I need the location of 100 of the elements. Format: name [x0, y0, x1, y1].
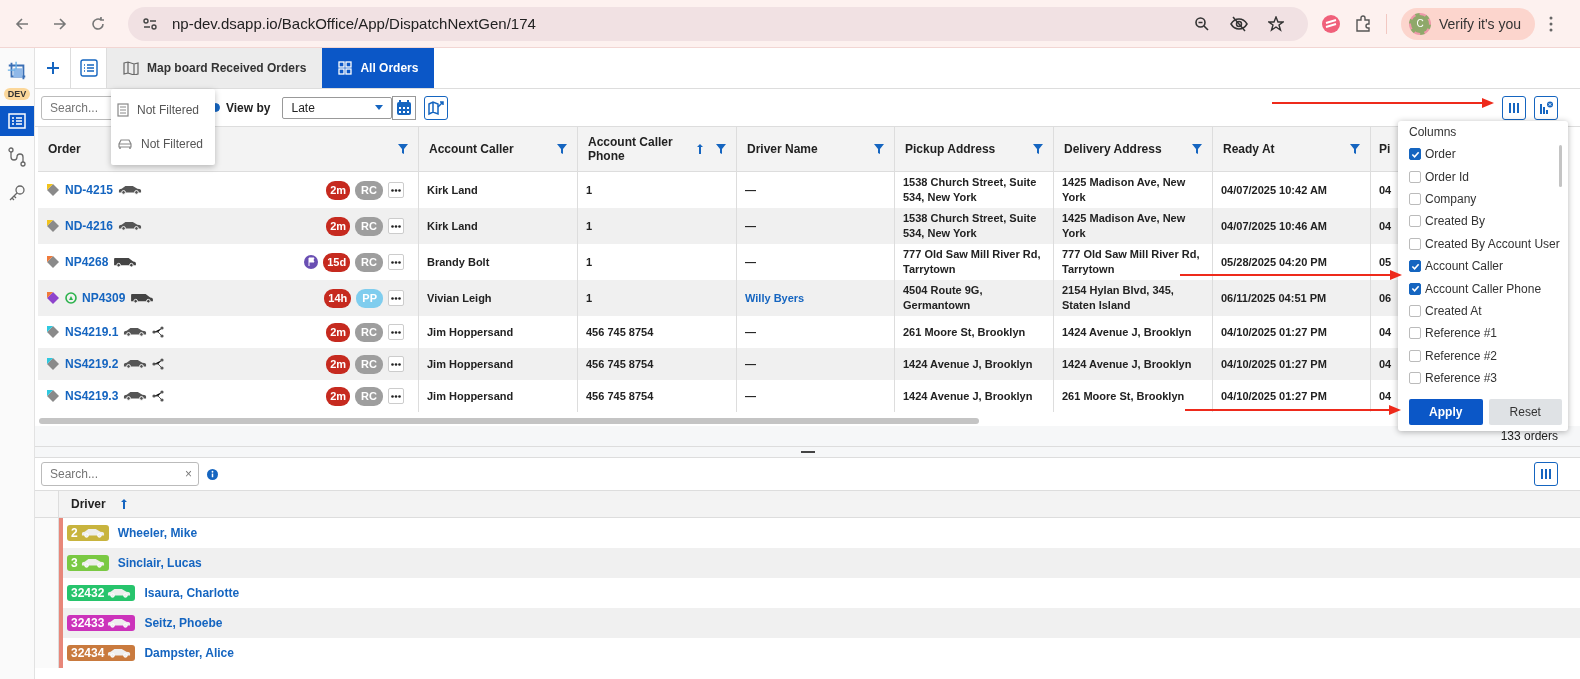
row-selector-cell[interactable]	[35, 518, 59, 548]
row-selector-cell[interactable]	[35, 638, 59, 668]
column-option[interactable]: Reference #3	[1409, 366, 1562, 390]
sidebar-item[interactable]	[0, 106, 34, 136]
address-bar[interactable]: np-dev.dsapp.io/BackOffice/App/DispatchNextGen/174	[128, 6, 1308, 41]
view-by-dropdown[interactable]: Late	[282, 96, 393, 119]
filter-icon[interactable]	[1192, 144, 1202, 154]
car-icon	[80, 558, 105, 568]
more-button[interactable]	[388, 290, 404, 306]
driver-link[interactable]: Dampster, Alice	[144, 646, 234, 660]
column-option[interactable]: Created At	[1409, 299, 1562, 323]
more-button[interactable]	[388, 218, 404, 234]
zoom-out-icon[interactable]	[1194, 15, 1210, 32]
back-icon[interactable]	[14, 15, 30, 32]
order-link[interactable]: NP4268	[65, 254, 109, 270]
driver-link[interactable]: Willy Byers	[745, 290, 805, 306]
caret-icon	[375, 105, 384, 110]
checkbox[interactable]	[1409, 192, 1421, 205]
column-option[interactable]: Account Caller Phone	[1409, 277, 1562, 300]
order-link[interactable]: ND-4216	[65, 218, 114, 234]
order-link[interactable]: ND-4215	[65, 182, 114, 198]
more-button[interactable]	[388, 324, 404, 340]
more-button[interactable]	[388, 356, 404, 372]
column-option[interactable]: Created By	[1409, 210, 1562, 233]
checkbox[interactable]	[1409, 170, 1421, 183]
profile-button[interactable]: C Verify it's you	[1401, 7, 1536, 40]
filter-icon[interactable]	[557, 144, 567, 154]
vertical-scrollbar[interactable]	[1559, 145, 1562, 187]
checkbox[interactable]	[1409, 327, 1421, 340]
filter-icon[interactable]	[874, 144, 884, 154]
site-settings-icon[interactable]	[142, 15, 158, 32]
column-header[interactable]: Account Caller Phone	[578, 127, 737, 171]
table-cell-text: 777 Old Saw Mill River Rd, Tarrytown	[903, 247, 1042, 277]
more-button[interactable]	[388, 388, 404, 404]
more-button[interactable]	[388, 182, 404, 198]
info-icon[interactable]	[207, 468, 218, 480]
extension-icon[interactable]	[1322, 14, 1340, 33]
reset-columns-button[interactable]	[1534, 95, 1558, 120]
star-icon[interactable]	[1268, 15, 1284, 32]
checkbox[interactable]	[1409, 372, 1421, 385]
route-icon	[7, 147, 27, 167]
tab[interactable]: All Orders	[322, 48, 435, 88]
column-option[interactable]: Company	[1409, 187, 1562, 211]
vehicle-badge: 3	[67, 555, 109, 571]
driver-link[interactable]: Sinclair, Lucas	[117, 556, 202, 570]
column-option[interactable]: Reference #1	[1409, 322, 1562, 345]
column-option[interactable]: Reference #2	[1409, 344, 1562, 367]
column-option[interactable]: Created By Account User	[1409, 232, 1562, 255]
tab[interactable]: Map board Received Orders	[107, 48, 323, 88]
column-option[interactable]: Order Id	[1409, 165, 1562, 188]
reset-button[interactable]: Reset	[1488, 399, 1562, 425]
column-option[interactable]: Order	[1409, 143, 1562, 166]
column-header[interactable]: Account Caller	[419, 127, 578, 171]
menu-icon[interactable]	[1549, 15, 1554, 32]
column-header[interactable]: Pickup Address	[895, 127, 1054, 171]
car-icon	[107, 648, 132, 658]
more-button[interactable]	[388, 254, 404, 270]
app-logo-icon[interactable]	[6, 60, 28, 82]
eye-off-icon[interactable]	[1230, 15, 1248, 32]
driver-link[interactable]: Isaura, Charlotte	[144, 586, 240, 600]
clear-button[interactable]: ×	[185, 467, 192, 481]
search-field[interactable]: Search... ×	[41, 462, 199, 486]
reload-icon[interactable]	[90, 15, 106, 32]
filter-icon[interactable]	[1350, 144, 1360, 154]
column-header[interactable]: Ready At	[1213, 127, 1371, 171]
filter-icon[interactable]	[716, 144, 726, 154]
order-link[interactable]: NS4219.1	[65, 324, 119, 340]
column-header[interactable]: Driver	[59, 491, 128, 517]
driver-link[interactable]: Wheeler, Mike	[117, 526, 198, 540]
checkbox[interactable]	[1409, 349, 1421, 362]
columns-button[interactable]	[1502, 95, 1526, 120]
checkbox[interactable]	[1409, 282, 1421, 295]
car-icon	[117, 138, 133, 150]
puzzle-icon[interactable]	[1354, 14, 1372, 33]
table-cell: 06/11/2025 04:51 PM	[1221, 290, 1327, 306]
column-header[interactable]: Delivery Address	[1054, 127, 1213, 171]
forward-icon[interactable]	[52, 15, 68, 32]
checkbox[interactable]	[1409, 215, 1421, 228]
tag-icon	[46, 219, 60, 233]
splitter-handle[interactable]	[800, 451, 815, 453]
order-link[interactable]: NS4219.3	[65, 388, 119, 404]
columns-button[interactable]	[1534, 462, 1558, 486]
apply-button[interactable]: Apply	[1409, 399, 1483, 425]
order-link[interactable]: NS4219.2	[65, 356, 119, 372]
driver-link[interactable]: Seitz, Phoebe	[144, 616, 223, 630]
columns-icon	[1540, 468, 1552, 480]
checkbox[interactable]	[1409, 148, 1421, 161]
order-link[interactable]: NP4309	[82, 290, 126, 306]
filter-option[interactable]: Not Filtered	[111, 127, 215, 161]
filter-icon[interactable]	[1033, 144, 1043, 154]
sort-ascending-icon[interactable]	[696, 144, 704, 154]
map-export-button[interactable]	[424, 95, 449, 120]
column-option[interactable]: Account Caller	[1409, 254, 1562, 278]
column-header[interactable]: Driver Name	[737, 127, 895, 171]
checkbox[interactable]	[1409, 260, 1421, 273]
sort-ascending-icon[interactable]	[119, 499, 128, 509]
checkbox[interactable]	[1409, 304, 1421, 317]
checkbox[interactable]	[1409, 237, 1421, 250]
calendar-button[interactable]	[392, 95, 417, 120]
filter-icon[interactable]	[398, 144, 408, 154]
